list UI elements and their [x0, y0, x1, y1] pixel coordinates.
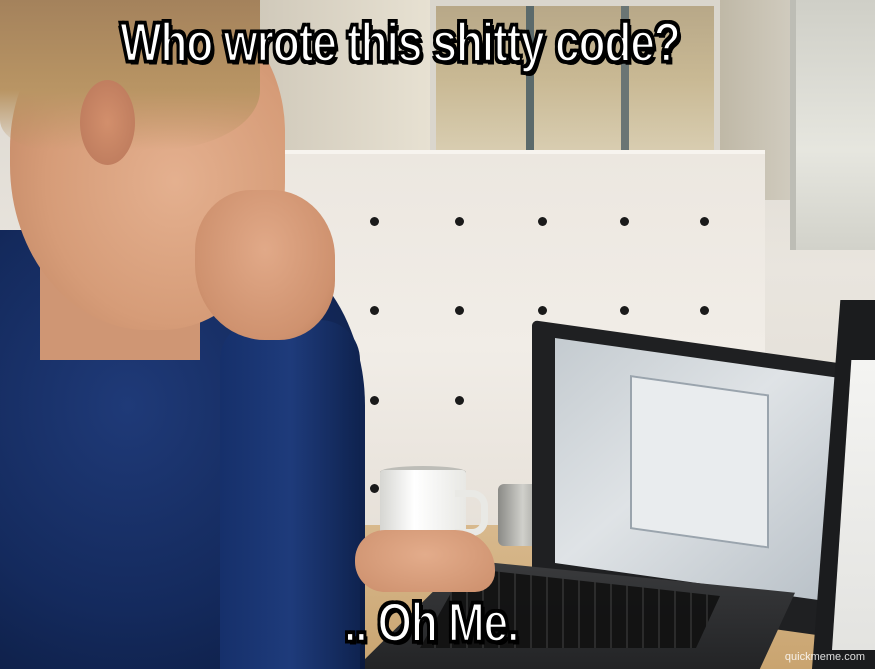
pegboard-hole: [700, 306, 709, 315]
pegboard-hole: [538, 217, 547, 226]
pegboard-hole: [700, 217, 709, 226]
pegboard-hole: [370, 306, 379, 315]
watermark: quickmeme.com: [784, 651, 865, 663]
person-ear: [80, 80, 135, 165]
person-hand-on-chin: [195, 190, 335, 340]
pegboard-hole: [455, 217, 464, 226]
pegboard-hole: [370, 484, 379, 493]
meme-top-caption: Who wrote this shitty code?: [119, 11, 682, 75]
pegboard-hole: [620, 306, 629, 315]
person-hand-on-keyboard: [355, 530, 495, 592]
pegboard-hole: [370, 217, 379, 226]
pegboard-hole: [538, 306, 547, 315]
meme-image: Who wrote this shitty code? .. Oh Me. qu…: [0, 0, 875, 669]
pegboard-hole: [455, 396, 464, 405]
meme-bottom-caption: .. Oh Me.: [343, 591, 520, 655]
pegboard-hole: [620, 217, 629, 226]
laptop-window-dialog: [630, 375, 769, 549]
pegboard-hole: [455, 306, 464, 315]
pegboard-hole: [370, 396, 379, 405]
mug-handle: [455, 490, 488, 536]
